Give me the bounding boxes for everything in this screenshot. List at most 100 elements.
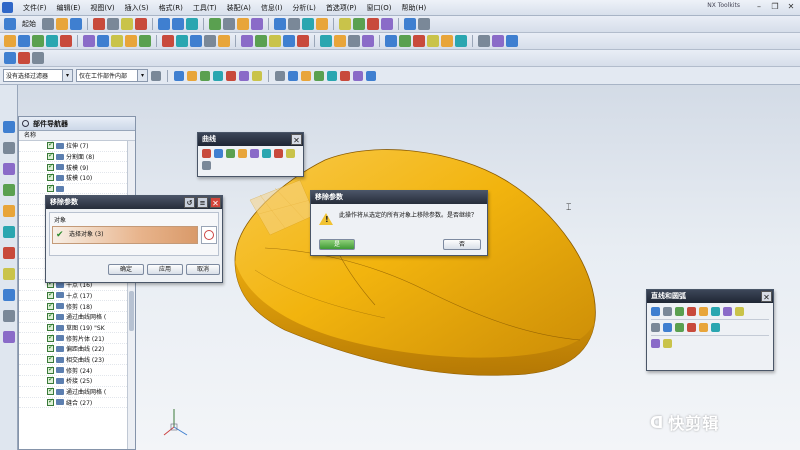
bridge-icon[interactable]: [283, 35, 295, 47]
snap-point-on-curve-icon[interactable]: [252, 70, 262, 81]
swept-icon[interactable]: [269, 35, 281, 47]
constraint-navigator-tab-icon[interactable]: [2, 163, 15, 175]
menu-edit[interactable]: 编辑(E): [53, 1, 85, 15]
layer-icon[interactable]: [223, 18, 235, 30]
tree-row[interactable]: 草图 (19) "SK: [19, 322, 135, 334]
select-object-field[interactable]: ✔ 选择对象 (3): [52, 226, 198, 244]
snap-bounded-icon[interactable]: [314, 70, 324, 81]
tree-row[interactable]: 修剪 (18): [19, 301, 135, 312]
circle-tangent-icon[interactable]: [699, 323, 708, 332]
menu-help[interactable]: 帮助(H): [397, 1, 430, 15]
visibility-checkbox[interactable]: [47, 397, 54, 406]
circle-icon[interactable]: [675, 307, 684, 316]
tree-row[interactable]: 偏距曲线 (22): [19, 343, 135, 355]
visibility-checkbox[interactable]: [47, 343, 54, 353]
n-sided-surface-icon[interactable]: [297, 35, 309, 47]
snap-pole-icon[interactable]: [327, 70, 337, 81]
navigator-scrollbar[interactable]: [127, 141, 135, 449]
snap-quadrant-icon[interactable]: [239, 70, 249, 81]
snap-anchor-icon[interactable]: [353, 70, 363, 81]
split-body-icon[interactable]: [176, 35, 188, 47]
pin-icon[interactable]: [22, 120, 29, 127]
save-icon[interactable]: [70, 18, 82, 30]
datum-plane-icon[interactable]: [427, 35, 439, 47]
extend-icon[interactable]: [348, 35, 360, 47]
visibility-checkbox[interactable]: [47, 162, 54, 171]
visibility-checkbox[interactable]: [47, 354, 54, 364]
snap-existing-point-icon[interactable]: [275, 70, 285, 81]
visibility-checkbox[interactable]: [47, 311, 54, 321]
line-perpendicular-icon[interactable]: [663, 323, 672, 332]
datum-axis-icon[interactable]: [441, 35, 453, 47]
tree-row[interactable]: 通过曲线网格 (: [19, 311, 135, 323]
no-button[interactable]: 否: [443, 239, 481, 250]
menu-view[interactable]: 视图(V): [86, 1, 118, 15]
general-select-icon[interactable]: [151, 70, 161, 81]
line-icon[interactable]: [202, 149, 211, 158]
hd3d-tools-tab-icon[interactable]: [2, 331, 15, 343]
line-icon[interactable]: [651, 307, 660, 316]
new-file-icon[interactable]: [42, 18, 54, 30]
assembly-navigator-tab-icon[interactable]: [2, 142, 15, 154]
select-icon[interactable]: [209, 18, 221, 30]
paste-icon[interactable]: [121, 18, 133, 30]
arc-tangent-icon[interactable]: [687, 323, 696, 332]
snap-grid-icon[interactable]: [340, 70, 350, 81]
view-orient-icon[interactable]: [339, 18, 351, 30]
open-file-icon[interactable]: [56, 18, 68, 30]
copy-icon[interactable]: [107, 18, 119, 30]
visibility-checkbox[interactable]: [47, 290, 54, 299]
command-finder-icon[interactable]: [186, 18, 198, 30]
line-angle-icon[interactable]: [675, 323, 684, 332]
snap-face-icon[interactable]: [301, 70, 311, 81]
tree-row[interactable]: 缝合 (27): [19, 397, 135, 409]
history-tab-icon[interactable]: [2, 226, 15, 238]
render-icon[interactable]: [237, 18, 249, 30]
wireframe-icon[interactable]: [353, 18, 365, 30]
hole-icon[interactable]: [46, 35, 58, 47]
pattern-icon[interactable]: [399, 35, 411, 47]
close-icon[interactable]: ✕: [761, 291, 772, 302]
start-button[interactable]: 起始: [18, 17, 40, 31]
arc-three-point-icon[interactable]: [723, 307, 732, 316]
unite-icon[interactable]: [83, 35, 95, 47]
polygon-icon[interactable]: [262, 149, 271, 158]
edit-feature-icon[interactable]: [492, 35, 504, 47]
tree-row[interactable]: 通过曲线网格 (: [19, 386, 135, 398]
tree-row[interactable]: [19, 183, 135, 195]
tree-row[interactable]: 十点 (17): [19, 290, 135, 302]
select-target-icon[interactable]: [201, 226, 217, 244]
confirm-dialog-title-bar[interactable]: 移除参数: [311, 191, 487, 204]
chamfer-icon[interactable]: [139, 35, 151, 47]
subtract-icon[interactable]: [97, 35, 109, 47]
through-curve-mesh-icon[interactable]: [255, 35, 267, 47]
apply-button[interactable]: 应用: [147, 264, 183, 275]
menu-tools[interactable]: 工具(T): [189, 1, 221, 15]
curve-dialog-title-bar[interactable]: 曲线 ✕: [198, 133, 303, 146]
shell-icon[interactable]: [204, 35, 216, 47]
offset-curve-icon[interactable]: [202, 161, 211, 170]
chevron-down-icon[interactable]: ▾: [62, 70, 72, 81]
tree-row[interactable]: 相交曲线 (23): [19, 354, 135, 366]
minimize-icon[interactable]: –: [754, 2, 764, 12]
remove-parameters-icon[interactable]: [478, 35, 490, 47]
intersect-icon[interactable]: [111, 35, 123, 47]
delete-icon[interactable]: [135, 18, 147, 30]
point-icon[interactable]: [455, 35, 467, 47]
system-materials-tab-icon[interactable]: [2, 247, 15, 259]
text-icon[interactable]: [286, 149, 295, 158]
tree-row[interactable]: 桥接 (25): [19, 375, 135, 387]
menu-window[interactable]: 窗口(O): [363, 1, 396, 15]
tree-row[interactable]: 修剪片体 (21): [19, 333, 135, 345]
shaded-icon[interactable]: [251, 18, 263, 30]
close-icon[interactable]: ✕: [210, 197, 221, 208]
menu-info[interactable]: 信息(I): [257, 1, 287, 15]
point-point-line-icon[interactable]: [711, 307, 720, 316]
tree-row[interactable]: 拔模 (9): [19, 162, 135, 174]
edge-blend-icon[interactable]: [125, 35, 137, 47]
line-parallel-icon[interactable]: [651, 323, 660, 332]
boss-icon[interactable]: [60, 35, 72, 47]
normal-line-icon[interactable]: [699, 307, 708, 316]
thicken-icon[interactable]: [362, 35, 374, 47]
remove-dialog-title-bar[interactable]: 移除参数 ↺ ≡ ✕: [46, 196, 222, 209]
